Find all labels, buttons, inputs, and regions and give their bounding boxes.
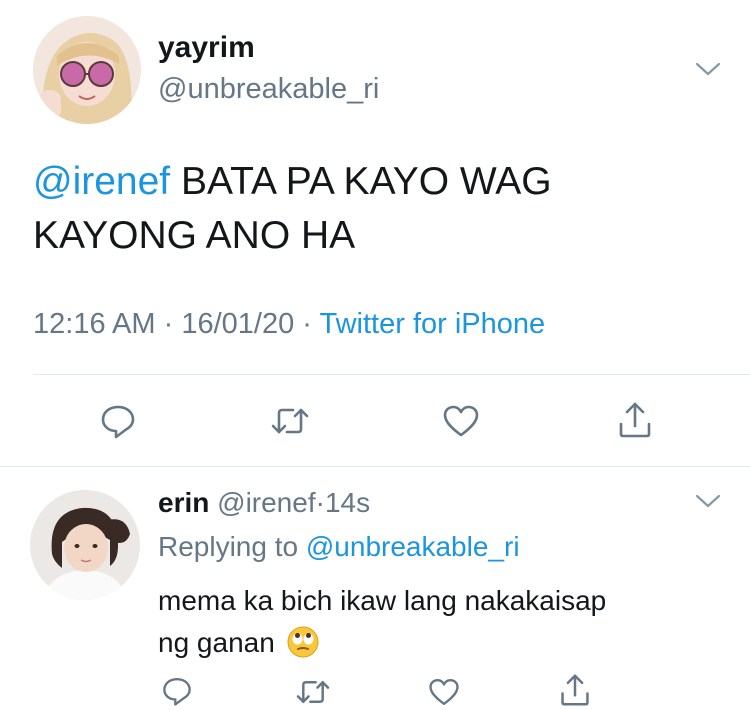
like-icon[interactable] bbox=[428, 677, 460, 707]
replying-to-prefix: Replying to bbox=[158, 531, 306, 562]
divider bbox=[0, 466, 750, 467]
tweet-source-link[interactable]: Twitter for iPhone bbox=[320, 308, 546, 340]
tweet-text: @irenef BATA PA KAYO WAG KAYONG ANO HA bbox=[33, 155, 552, 263]
replying-to-link[interactable]: @unbreakable_ri bbox=[306, 531, 520, 562]
tweet-text-line1: BATA PA KAYO WAG bbox=[170, 160, 552, 203]
tweet-text-line2: KAYONG ANO HA bbox=[33, 214, 356, 257]
tweet-time: 12:16 AM bbox=[33, 308, 156, 340]
author-handle[interactable]: @unbreakable_ri bbox=[158, 72, 379, 106]
eye-roll-emoji-icon bbox=[287, 626, 319, 670]
meta-separator: · bbox=[302, 308, 312, 340]
reply-icon[interactable] bbox=[161, 675, 193, 707]
retweet-icon[interactable] bbox=[295, 677, 331, 707]
tweet-date: 16/01/20 bbox=[181, 308, 295, 340]
meta-separator: · bbox=[163, 308, 174, 340]
share-icon[interactable] bbox=[617, 400, 653, 440]
meta-separator: · bbox=[315, 487, 325, 518]
chevron-down-icon[interactable] bbox=[694, 60, 722, 80]
reply-header: erin @irenef·14s bbox=[158, 486, 370, 520]
retweet-icon[interactable] bbox=[270, 404, 310, 438]
avatar-yayrim-image bbox=[33, 16, 141, 124]
mention-link[interactable]: @irenef bbox=[33, 160, 170, 203]
divider bbox=[33, 374, 750, 375]
reply-text-line1: mema ka bich ikaw lang nakakaisap bbox=[158, 585, 607, 616]
tweet-age: 14s bbox=[324, 487, 371, 518]
like-icon[interactable] bbox=[442, 404, 480, 438]
chevron-down-icon[interactable] bbox=[694, 492, 722, 512]
reply-text-line2: ng ganan bbox=[158, 627, 275, 658]
tweet-meta: 12:16 AM · 16/01/20 · Twitter for iPhone bbox=[33, 307, 545, 341]
reply-text: mema ka bich ikaw lang nakakaisap ng gan… bbox=[158, 580, 606, 670]
avatar[interactable] bbox=[33, 16, 141, 124]
share-icon[interactable] bbox=[559, 672, 591, 708]
author-name[interactable]: yayrim bbox=[158, 30, 255, 66]
replying-to: Replying to @unbreakable_ri bbox=[158, 530, 520, 564]
avatar-erin-image bbox=[30, 490, 140, 600]
author-handle[interactable]: @irenef bbox=[217, 487, 315, 518]
reply-icon[interactable] bbox=[99, 402, 137, 440]
avatar[interactable] bbox=[30, 490, 140, 600]
author-name[interactable]: erin bbox=[158, 487, 209, 518]
